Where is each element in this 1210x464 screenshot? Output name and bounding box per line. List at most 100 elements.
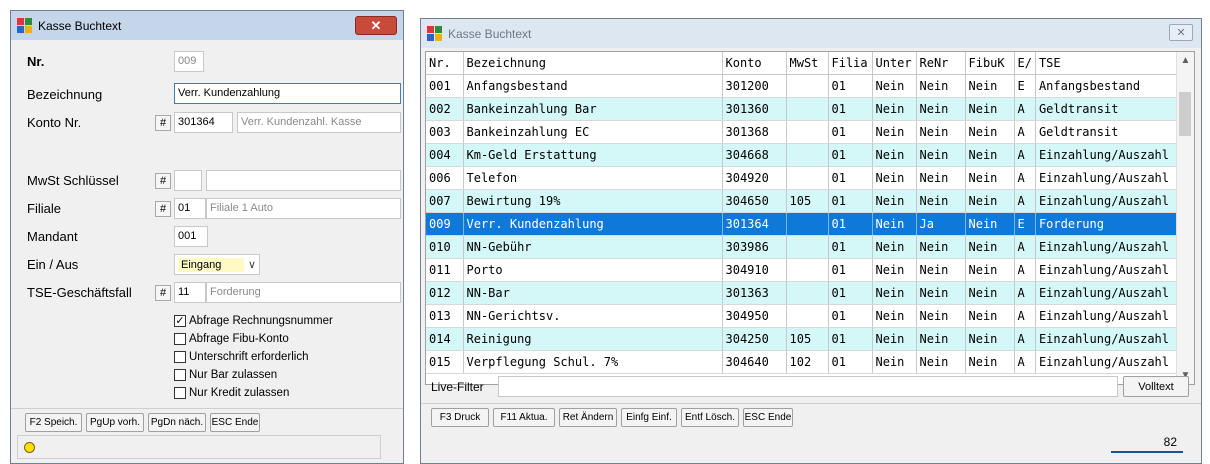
table-cell: 01 [828, 304, 873, 328]
table-cell: 102 [786, 350, 829, 374]
ein-aus-select[interactable]: Eingang ∨ [174, 254, 260, 275]
table-cell: Nein [872, 350, 917, 374]
table-cell: 01 [828, 258, 873, 282]
column-header[interactable]: E/ [1014, 52, 1036, 75]
table-row[interactable]: 013 NN-Gerichtsv. 304950 01 Nein Nein Nein A Ein… [426, 304, 1181, 328]
table-cell [786, 97, 829, 121]
app-icon [17, 17, 33, 34]
table-cell: Nein [916, 235, 966, 259]
next-button[interactable]: PgDn näch. [148, 413, 206, 432]
checkbox-option[interactable]: Unterschrift erforderlich [174, 351, 309, 363]
table-row[interactable]: 002 Bankeinzahlung Bar 301360 01 Nein Nein Nei… [426, 97, 1181, 121]
previous-button[interactable]: PgUp vorh. [86, 413, 144, 432]
checkbox-checked-icon[interactable]: ✓ [174, 315, 186, 327]
table-cell: 301360 [722, 97, 787, 121]
table-row[interactable]: 010 NN-Gebühr 303986 01 Nein Nein Nein A Einzahl… [426, 235, 1181, 259]
table-cell: Nein [872, 97, 917, 121]
table-cell: 004 [426, 143, 464, 167]
live-filter-input[interactable] [498, 376, 1118, 397]
checkbox-icon[interactable] [174, 387, 186, 399]
edit-button[interactable]: Ret Ändern [559, 408, 617, 427]
mwst-lookup-button[interactable]: # [155, 173, 171, 189]
table-cell: Nein [872, 304, 917, 328]
mandant-field[interactable]: 001 [174, 226, 208, 247]
table-cell [786, 74, 829, 98]
table-row[interactable]: 007 Bewirtung 19% 304650 105 01 Nein Nein Nein A… [426, 189, 1181, 213]
table-cell: 304650 [722, 189, 787, 213]
checkbox-option[interactable]: Abfrage Fibu-Konto [174, 333, 289, 345]
filiale-lookup-button[interactable]: # [155, 201, 171, 217]
checkbox-label: Abfrage Fibu-Konto [189, 333, 289, 345]
table-row[interactable]: 006 Telefon 304920 01 Nein Nein Nein A Einzahlun… [426, 166, 1181, 190]
table-cell: Einzahlung/Auszahl [1035, 166, 1181, 190]
table-cell: 301364 [722, 212, 787, 236]
refresh-button[interactable]: F11 Aktua. [493, 408, 555, 427]
table-cell: 01 [828, 189, 873, 213]
exit-button[interactable]: ESC Ende [210, 413, 260, 432]
table-row[interactable]: 003 Bankeinzahlung EC 301368 01 Nein Nein Nein… [426, 120, 1181, 144]
scrollbar-thumb[interactable] [1179, 92, 1191, 136]
print-button[interactable]: F3 Druck [431, 408, 489, 427]
tse-description: Forderung [206, 282, 401, 303]
table-cell: Nein [965, 327, 1015, 351]
table-row[interactable]: 014 Reinigung 304250 105 01 Nein Nein Nein A Einz… [426, 327, 1181, 351]
close-icon: ✕ [370, 17, 382, 33]
table-row[interactable]: 001 Anfangsbestand 301200 01 Nein Nein Nein E An… [426, 74, 1181, 98]
table-cell: Nein [916, 189, 966, 213]
tse-field[interactable]: 11 [174, 282, 206, 303]
chevron-down-icon: ∨ [247, 259, 256, 271]
table-cell [786, 304, 829, 328]
konto-lookup-button[interactable]: # [155, 115, 171, 131]
exit-button[interactable]: ESC Ende [743, 408, 793, 427]
filiale-field[interactable]: 01 [174, 198, 206, 219]
table-cell: A [1014, 304, 1036, 328]
column-header[interactable]: Nr. [426, 52, 464, 75]
table-cell [786, 120, 829, 144]
table-row[interactable]: 009 Verr. Kundenzahlung 301364 01 Nein Ja Nein… [426, 212, 1181, 236]
record-count: 82 [1111, 431, 1183, 453]
table-cell: Geldtransit [1035, 120, 1181, 144]
table-row[interactable]: 004 Km-Geld Erstattung 304668 01 Nein Nein Nei… [426, 143, 1181, 167]
checkbox-option[interactable]: Nur Bar zulassen [174, 369, 277, 381]
table-cell: Nein [916, 143, 966, 167]
konto-field[interactable]: 301364 [174, 112, 233, 133]
nr-field[interactable]: 009 [174, 51, 204, 72]
mwst-field[interactable] [174, 170, 202, 191]
column-header[interactable]: TSE [1035, 52, 1181, 75]
table-cell: 01 [828, 120, 873, 144]
table-row[interactable]: 011 Porto 304910 01 Nein Nein Nein A Einzahlung/… [426, 258, 1181, 282]
checkbox-icon[interactable] [174, 351, 186, 363]
column-header[interactable]: ReNr [916, 52, 966, 75]
column-header[interactable]: Unter [872, 52, 917, 75]
save-button[interactable]: F2 Speich. [25, 413, 82, 432]
table-cell: 304640 [722, 350, 787, 374]
column-header[interactable]: FibuK [965, 52, 1015, 75]
checkbox-option[interactable]: Nur Kredit zulassen [174, 387, 289, 399]
checkbox-icon[interactable] [174, 333, 186, 345]
table-cell: 01 [828, 143, 873, 167]
table-cell: 01 [828, 212, 873, 236]
vertical-scrollbar[interactable]: ▲ ▼ [1176, 52, 1194, 384]
checkbox-option[interactable]: ✓ Abfrage Rechnungsnummer [174, 315, 333, 327]
column-header[interactable]: Bezeichnung [463, 52, 723, 75]
table-row[interactable]: 012 NN-Bar 301363 01 Nein Nein Nein A Einzahlung… [426, 281, 1181, 305]
close-button[interactable]: ✕ [1169, 24, 1193, 41]
tse-lookup-button[interactable]: # [155, 285, 171, 301]
column-header[interactable]: Filia [828, 52, 873, 75]
bezeichnung-field[interactable]: Verr. Kundenzahlung [174, 83, 401, 104]
insert-button[interactable]: Einfg Einf. [621, 408, 677, 427]
table-cell: Anfangsbestand [463, 74, 723, 98]
delete-button[interactable]: Entf Lösch. [681, 408, 739, 427]
checkbox-icon[interactable] [174, 369, 186, 381]
buchtext-table[interactable]: Nr. Bezeichnung Konto MwSt Filia Unter ReNr Fib… [425, 51, 1195, 385]
table-row[interactable]: 015 Verpflegung Schul. 7% 304640 102 01 Nein N… [426, 350, 1181, 374]
column-header[interactable]: MwSt [786, 52, 829, 75]
table-cell: Nein [916, 166, 966, 190]
table-cell: Nein [965, 258, 1015, 282]
column-header[interactable]: Konto [722, 52, 787, 75]
table-cell: 301200 [722, 74, 787, 98]
close-button[interactable]: ✕ [355, 16, 397, 35]
volltext-button[interactable]: Volltext [1123, 376, 1189, 397]
checkbox-label: Nur Bar zulassen [189, 369, 278, 381]
scroll-up-icon[interactable]: ▲ [1177, 55, 1194, 66]
